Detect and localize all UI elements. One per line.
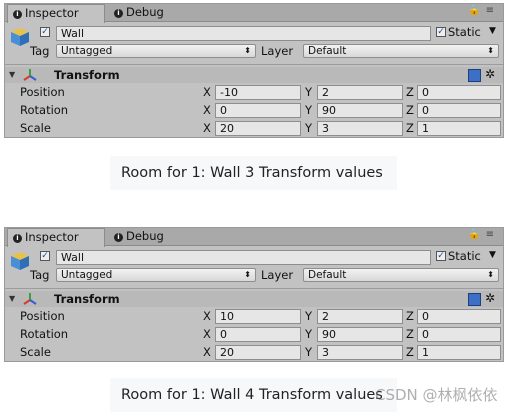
rotation-y-field[interactable]: 90 <box>317 103 403 118</box>
scale-y-field[interactable]: 3 <box>317 345 403 360</box>
active-checkbox[interactable]: ✓ <box>40 27 50 37</box>
tab-bar: i Inspector i Debug 🔒 ≡ <box>5 4 503 23</box>
help-book-icon[interactable] <box>468 293 481 306</box>
scale-z-field[interactable]: 1 <box>417 345 501 360</box>
scale-label: Scale <box>20 345 51 359</box>
caption: Room for 1: Wall 3 Transform values <box>110 156 397 190</box>
dropdown-arrow-icon: ⬍ <box>244 270 251 279</box>
layer-label: Layer <box>261 268 294 282</box>
position-y-field[interactable]: 2 <box>317 85 403 100</box>
position-y-field[interactable]: 2 <box>317 309 403 324</box>
z-axis-label: Z <box>406 103 414 117</box>
help-book-icon[interactable] <box>468 69 481 82</box>
gear-icon[interactable]: ✲ <box>485 291 495 305</box>
transform-header[interactable]: ▼ Transform ✲ <box>5 67 503 83</box>
position-z-field[interactable]: 0 <box>417 309 501 324</box>
static-label: Static <box>448 249 481 263</box>
transform-title: Transform <box>54 68 120 82</box>
x-axis-label: X <box>203 121 211 135</box>
tab-bar: i Inspector i Debug 🔒 ≡ <box>5 228 503 247</box>
static-checkbox[interactable]: ✓ <box>436 27 446 37</box>
inspector-panel-2: i Inspector i Debug 🔒 ≡ ✓ Wall ✓ Static ▼ … <box>4 227 504 362</box>
tag-label: Tag <box>30 268 50 282</box>
info-icon: i <box>114 233 123 242</box>
rotation-z-field[interactable]: 0 <box>417 103 501 118</box>
gameobject-cube-icon <box>11 252 29 270</box>
tag-dropdown[interactable]: Untagged ⬍ <box>56 268 256 282</box>
z-axis-label: Z <box>406 121 414 135</box>
position-x-field[interactable]: -10 <box>215 85 301 100</box>
transform-axes-icon <box>23 69 37 81</box>
static-dropdown-arrow-icon[interactable]: ▼ <box>489 250 496 260</box>
layer-dropdown[interactable]: Default ⬍ <box>303 268 499 282</box>
y-axis-label: Y <box>305 103 313 117</box>
x-axis-label: X <box>203 85 211 99</box>
object-name-field[interactable]: Wall <box>56 250 431 265</box>
y-axis-label: Y <box>305 309 313 323</box>
info-icon: i <box>114 9 123 18</box>
z-axis-label: Z <box>406 345 414 359</box>
rotation-x-field[interactable]: 0 <box>215 103 301 118</box>
rotation-label: Rotation <box>20 103 69 117</box>
position-z-field[interactable]: 0 <box>417 85 501 100</box>
z-axis-label: Z <box>406 327 414 341</box>
x-axis-label: X <box>203 309 211 323</box>
rotation-label: Rotation <box>20 327 69 341</box>
scale-x-field[interactable]: 20 <box>215 121 301 136</box>
dropdown-arrow-icon: ⬍ <box>244 46 251 55</box>
rotation-z-field[interactable]: 0 <box>417 327 501 342</box>
rotation-x-field[interactable]: 0 <box>215 327 301 342</box>
gear-icon[interactable]: ✲ <box>485 67 495 81</box>
scale-label: Scale <box>20 121 51 135</box>
transform-axes-icon <box>23 293 37 305</box>
y-axis-label: Y <box>305 345 313 359</box>
divider <box>5 288 503 289</box>
lock-menu-icon[interactable]: 🔒 ≡ <box>468 229 495 240</box>
tab-inspector[interactable]: i Inspector <box>7 228 105 247</box>
static-dropdown-arrow-icon[interactable]: ▼ <box>489 26 496 36</box>
active-checkbox[interactable]: ✓ <box>40 251 50 261</box>
foldout-arrow-icon[interactable]: ▼ <box>9 294 15 303</box>
object-name-field[interactable]: Wall <box>56 26 431 41</box>
inspector-panel-1: i Inspector i Debug 🔒 ≡ ✓ Wall ✓ Static ▼ … <box>4 3 504 138</box>
watermark: CSDN @林枫依依 <box>375 386 498 404</box>
layer-dropdown[interactable]: Default ⬍ <box>303 44 499 58</box>
position-label: Position <box>20 85 65 99</box>
tab-inspector[interactable]: i Inspector <box>7 4 105 23</box>
dropdown-arrow-icon: ⬍ <box>487 270 494 279</box>
position-x-field[interactable]: 10 <box>215 309 301 324</box>
info-icon: i <box>13 10 22 19</box>
position-label: Position <box>20 309 65 323</box>
tag-dropdown[interactable]: Untagged ⬍ <box>56 44 256 58</box>
dropdown-arrow-icon: ⬍ <box>487 46 494 55</box>
divider <box>5 64 503 65</box>
scale-x-field[interactable]: 20 <box>215 345 301 360</box>
y-axis-label: Y <box>305 327 313 341</box>
z-axis-label: Z <box>406 309 414 323</box>
info-icon: i <box>13 234 22 243</box>
x-axis-label: X <box>203 327 211 341</box>
x-axis-label: X <box>203 103 211 117</box>
transform-title: Transform <box>54 292 120 306</box>
caption: Room for 1: Wall 4 Transform values <box>110 378 397 412</box>
rotation-y-field[interactable]: 90 <box>317 327 403 342</box>
gameobject-cube-icon <box>11 28 29 46</box>
lock-menu-icon[interactable]: 🔒 ≡ <box>468 5 495 16</box>
static-label: Static <box>448 25 481 39</box>
z-axis-label: Z <box>406 85 414 99</box>
tab-debug[interactable]: i Debug <box>109 228 199 246</box>
scale-z-field[interactable]: 1 <box>417 121 501 136</box>
tag-label: Tag <box>30 44 50 58</box>
y-axis-label: Y <box>305 85 313 99</box>
transform-header[interactable]: ▼ Transform ✲ <box>5 291 503 307</box>
y-axis-label: Y <box>305 121 313 135</box>
layer-label: Layer <box>261 44 294 58</box>
scale-y-field[interactable]: 3 <box>317 121 403 136</box>
foldout-arrow-icon[interactable]: ▼ <box>9 70 15 79</box>
x-axis-label: X <box>203 345 211 359</box>
tab-debug[interactable]: i Debug <box>109 4 199 22</box>
static-checkbox[interactable]: ✓ <box>436 251 446 261</box>
